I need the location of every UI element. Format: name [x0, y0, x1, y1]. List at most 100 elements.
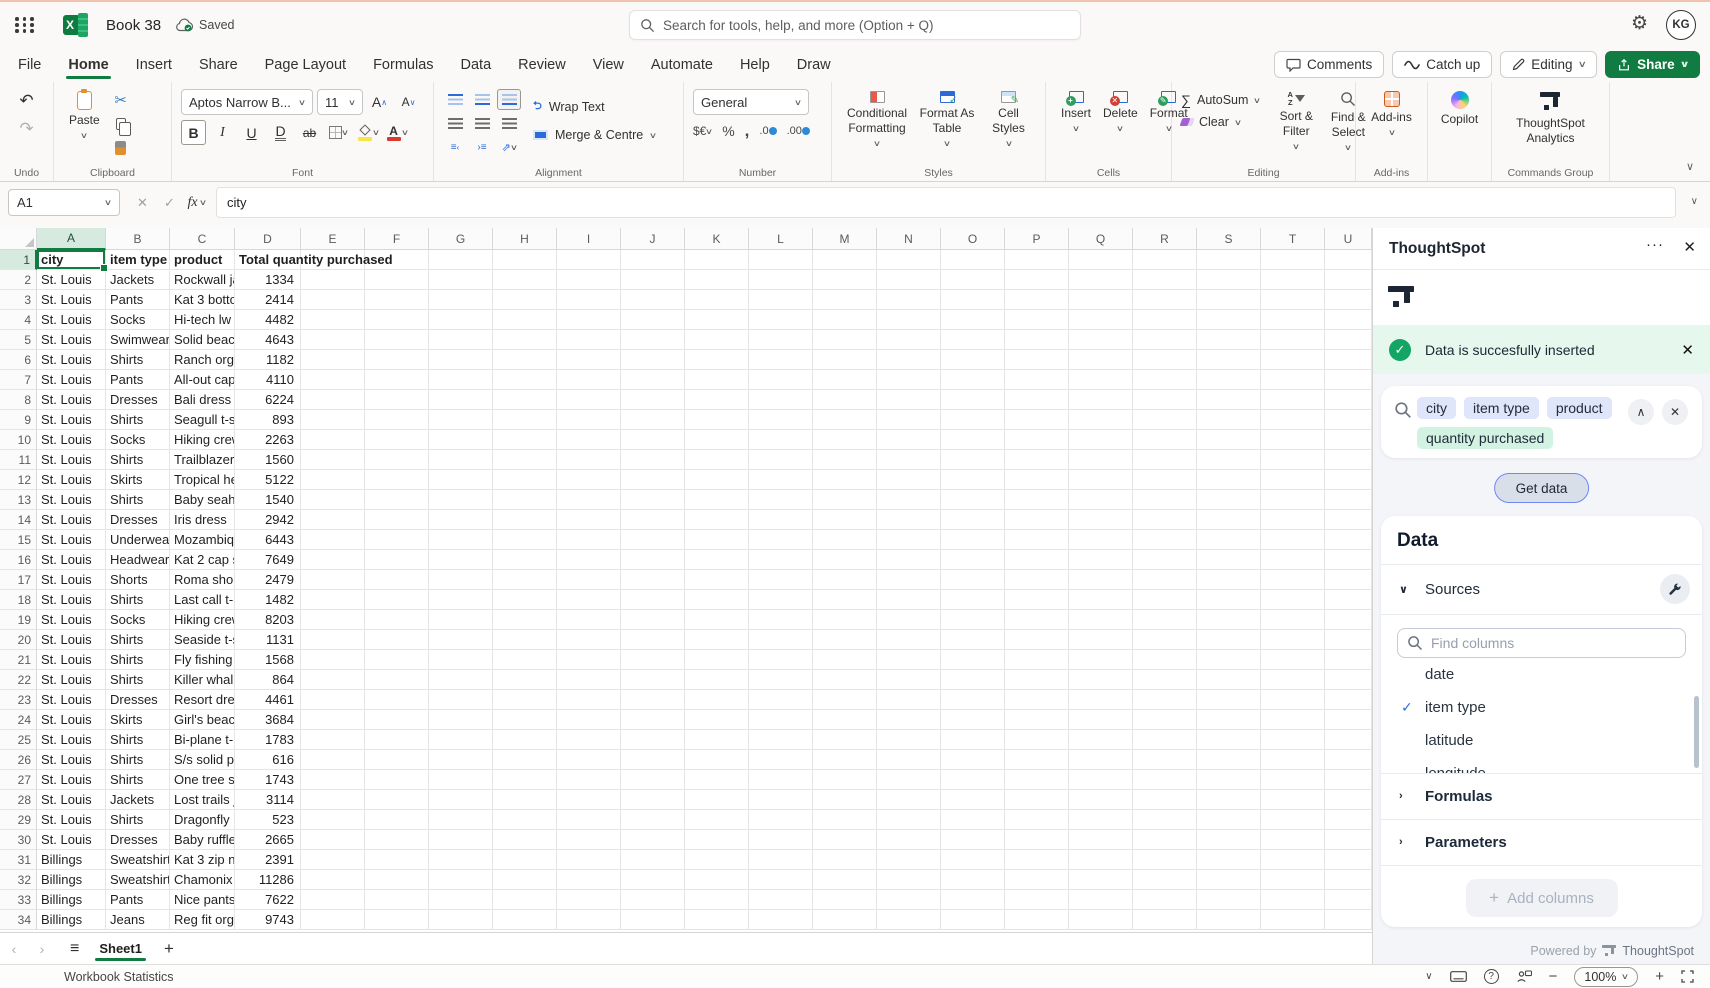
grid-cell[interactable] — [1325, 350, 1372, 370]
grid-cell[interactable] — [493, 630, 557, 650]
grid-cell[interactable] — [1261, 610, 1325, 630]
grid-cell[interactable]: Jackets — [106, 270, 170, 290]
grid-cell[interactable] — [1005, 690, 1069, 710]
grid-cell[interactable]: Pants — [106, 370, 170, 390]
grid-cell[interactable] — [749, 430, 813, 450]
grid-cell[interactable] — [493, 710, 557, 730]
grid-cell[interactable] — [1069, 370, 1133, 390]
grid-cell[interactable] — [1197, 870, 1261, 890]
grid-cell[interactable] — [685, 550, 749, 570]
grid-cell[interactable] — [621, 690, 685, 710]
grid-cell[interactable] — [685, 450, 749, 470]
grid-cell[interactable] — [365, 570, 429, 590]
grid-cell[interactable] — [429, 430, 493, 450]
thoughtspot-analytics-button[interactable]: ThoughtSpot Analytics — [1501, 89, 1600, 148]
grid-cell[interactable] — [1261, 310, 1325, 330]
grid-cell[interactable] — [685, 530, 749, 550]
grid-cell[interactable] — [557, 390, 621, 410]
grid-cell[interactable] — [1133, 310, 1197, 330]
grid-cell[interactable] — [1005, 530, 1069, 550]
grid-cell[interactable] — [429, 510, 493, 530]
grid-cell[interactable] — [1069, 810, 1133, 830]
copy-button[interactable] — [110, 114, 132, 134]
grid-cell[interactable] — [685, 850, 749, 870]
grid-cell[interactable]: Shirts — [106, 750, 170, 770]
grid-cell[interactable] — [877, 390, 941, 410]
grid-cell[interactable] — [621, 450, 685, 470]
grid-cell[interactable] — [1133, 870, 1197, 890]
grid-cell[interactable] — [1197, 350, 1261, 370]
grid-cell[interactable] — [941, 730, 1005, 750]
grid-cell[interactable] — [877, 270, 941, 290]
grid-cell[interactable] — [685, 790, 749, 810]
column-header[interactable]: M — [813, 228, 877, 250]
grid-cell[interactable] — [749, 790, 813, 810]
italic-button[interactable]: I — [210, 120, 235, 145]
grid-cell[interactable] — [813, 430, 877, 450]
grid-cell[interactable]: Sweatshirt — [106, 850, 170, 870]
grid-cell[interactable] — [877, 530, 941, 550]
grid-cell[interactable] — [365, 350, 429, 370]
grid-cell[interactable] — [749, 510, 813, 530]
grid-cell[interactable] — [429, 450, 493, 470]
row-header[interactable]: 22 — [0, 670, 37, 690]
grid-cell[interactable] — [621, 710, 685, 730]
grid-cell[interactable] — [1069, 290, 1133, 310]
grid-cell[interactable] — [557, 610, 621, 630]
grid-cell[interactable]: 2263 — [235, 430, 301, 450]
column-header[interactable]: O — [941, 228, 1005, 250]
grid-cell[interactable] — [1069, 270, 1133, 290]
borders-button[interactable]: ∨ — [326, 120, 351, 145]
grid-cell[interactable] — [1133, 790, 1197, 810]
grid-cell[interactable] — [1261, 510, 1325, 530]
grid-cell[interactable] — [1261, 270, 1325, 290]
align-right-button[interactable] — [497, 113, 521, 134]
decrease-font-button[interactable]: A∨ — [396, 90, 421, 115]
grid-cell[interactable] — [493, 530, 557, 550]
row-header[interactable]: 11 — [0, 450, 37, 470]
query-chip[interactable]: product — [1547, 397, 1612, 419]
row-header[interactable]: 13 — [0, 490, 37, 510]
grid-cell[interactable] — [941, 390, 1005, 410]
grid-cell[interactable] — [1325, 410, 1372, 430]
undo-button[interactable]: ↶ — [19, 91, 33, 111]
grid-cell[interactable] — [1325, 330, 1372, 350]
grid-cell[interactable] — [621, 850, 685, 870]
grid-cell[interactable] — [941, 690, 1005, 710]
grid-cell[interactable] — [1197, 830, 1261, 850]
grid-cell[interactable]: Skirts — [106, 470, 170, 490]
grid-cell[interactable] — [1005, 350, 1069, 370]
column-header[interactable]: R — [1133, 228, 1197, 250]
grid-cell[interactable] — [1197, 770, 1261, 790]
column-header[interactable]: I — [557, 228, 621, 250]
grid-cell[interactable] — [1069, 490, 1133, 510]
grid-cell[interactable] — [877, 550, 941, 570]
grid-cell[interactable] — [365, 850, 429, 870]
grid-cell[interactable] — [877, 810, 941, 830]
fill-color-button[interactable]: ∨ — [355, 120, 380, 145]
grid-cell[interactable] — [813, 470, 877, 490]
grid-cell[interactable] — [1261, 630, 1325, 650]
grid-cell[interactable] — [685, 590, 749, 610]
grid-cell[interactable] — [493, 430, 557, 450]
grid-cell[interactable] — [493, 290, 557, 310]
grid-cell[interactable] — [877, 770, 941, 790]
row-header[interactable]: 2 — [0, 270, 37, 290]
grid-cell[interactable] — [1133, 490, 1197, 510]
grid-cell[interactable] — [749, 290, 813, 310]
grid-cell[interactable] — [429, 470, 493, 490]
grid-cell[interactable] — [429, 610, 493, 630]
grid-cell[interactable] — [557, 850, 621, 870]
grid-cell[interactable] — [365, 650, 429, 670]
expand-formula-bar-chevron[interactable]: ∨ — [1691, 196, 1698, 207]
grid-cell[interactable]: 1560 — [235, 450, 301, 470]
source-column-item[interactable]: longitude — [1381, 757, 1702, 773]
grid-cell[interactable] — [429, 910, 493, 930]
copilot-button[interactable]: Copilot — [1435, 89, 1484, 129]
grid-cell[interactable] — [749, 530, 813, 550]
grid-cell[interactable] — [877, 430, 941, 450]
grid-cell[interactable] — [877, 350, 941, 370]
grid-cell[interactable] — [941, 250, 1005, 270]
grid-cell[interactable] — [1325, 270, 1372, 290]
grid-cell[interactable] — [749, 910, 813, 930]
